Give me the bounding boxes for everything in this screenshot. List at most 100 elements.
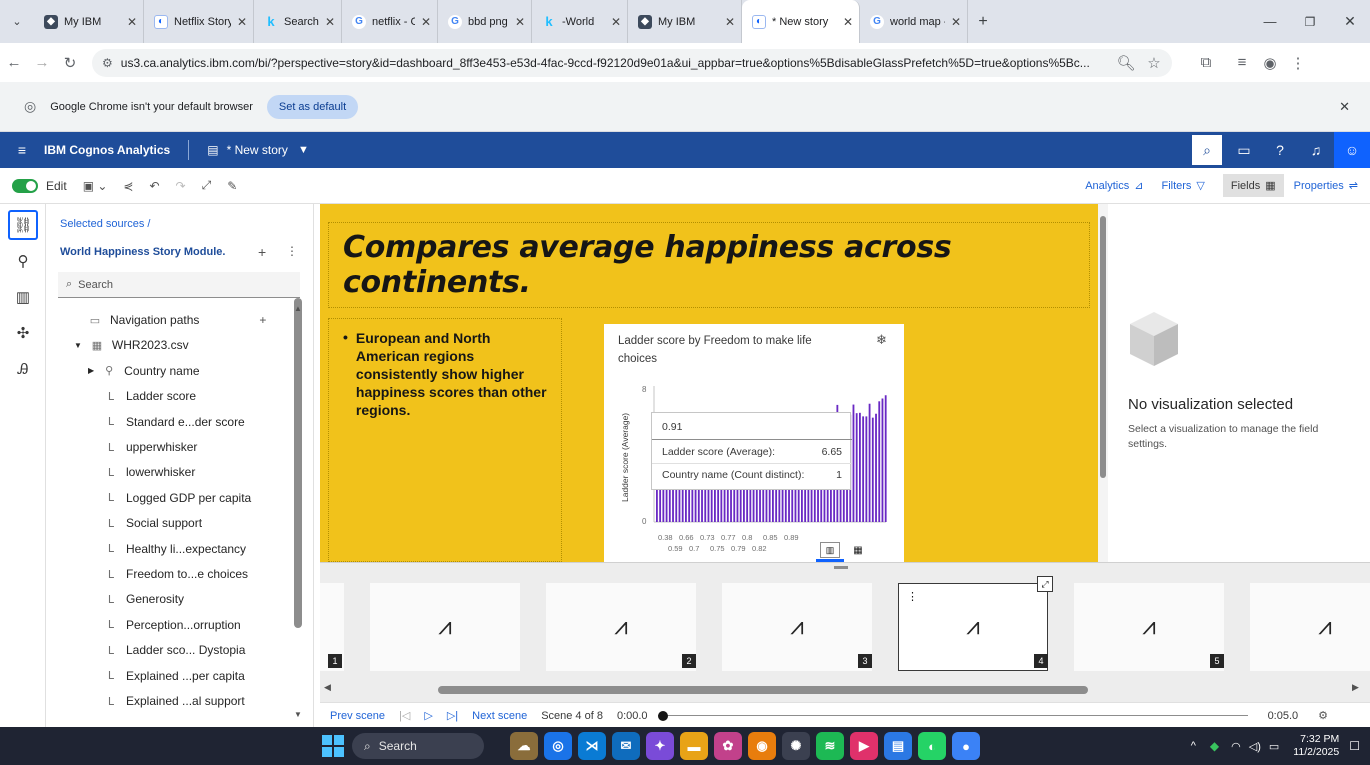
store-icon[interactable]: ▤ <box>884 732 912 760</box>
scene-thumbnail[interactable]: ⩘ <box>546 583 696 671</box>
reload-icon[interactable]: ↻ <box>56 54 84 72</box>
skip-end-icon[interactable]: ▷| <box>447 709 458 722</box>
forward-icon[interactable]: → <box>28 54 56 71</box>
notification-bell-icon[interactable]: ♫ <box>1298 132 1334 168</box>
widgets-icon[interactable]: ✣ <box>8 318 38 348</box>
new-tab-button[interactable]: + <box>968 13 998 31</box>
pin-icon[interactable]: ⚲ <box>8 246 38 276</box>
save-icon[interactable]: ▣ ⌄ <box>83 179 108 193</box>
spotify-icon[interactable]: ≋ <box>816 732 844 760</box>
story-canvas[interactable]: Compares average happiness across contin… <box>320 204 1098 562</box>
volume-icon[interactable]: ◁) <box>1249 740 1261 753</box>
source-tree-item[interactable]: ᒪ lowerwhisker <box>104 460 195 484</box>
set-as-default-button[interactable]: Set as default <box>266 94 359 119</box>
source-tree-item[interactable]: ▶ ⚲ Country name <box>88 359 200 383</box>
file-explorer-icon[interactable]: ▬ <box>680 732 708 760</box>
browser-tab[interactable]: Gworld map - ✕ <box>860 0 968 43</box>
source-tree-item[interactable]: ᒪ Perception...orruption <box>104 613 241 637</box>
chart-widget[interactable]: Ladder score by Freedom to make life cho… <box>604 324 904 562</box>
filters-button[interactable]: Filters ▽ <box>1161 179 1204 193</box>
edit-toggle[interactable] <box>12 178 38 193</box>
copilot-icon[interactable]: ✦ <box>646 732 674 760</box>
browser-tab[interactable]: ◆ My IBM ✕ <box>628 0 742 43</box>
source-tree-item[interactable]: ᒪ Explained ...per capita <box>104 664 245 688</box>
scene-thumbnail[interactable]: ⩘ <box>1250 583 1370 671</box>
chevron-down-icon[interactable]: ▼ <box>298 144 309 156</box>
battery-icon[interactable]: ▭ <box>1269 740 1279 753</box>
scene-thumbnail[interactable]: ⩘ <box>1074 583 1224 671</box>
back-icon[interactable]: ← <box>0 54 28 71</box>
search-icon[interactable]: ⌕ <box>1192 135 1222 165</box>
assistant-icon[interactable]: ▭ <box>1226 132 1262 168</box>
source-tree-item[interactable]: ᒪ Freedom to...e choices <box>104 562 248 586</box>
colorful-app-icon[interactable]: ✿ <box>714 732 742 760</box>
wifi-icon[interactable]: ◠ <box>1231 740 1241 753</box>
url-input[interactable]: ⚙ us3.ca.analytics.ibm.com/bi/?perspecti… <box>92 48 1172 77</box>
prev-scene-button[interactable]: Prev scene <box>330 710 385 722</box>
scroll-up-icon[interactable]: ▲ <box>294 304 302 313</box>
source-tree-item[interactable]: ᒪ Standard e...der score <box>104 410 245 434</box>
browser-tab[interactable]: Gnetflix - Goo ✕ <box>342 0 438 43</box>
tab-close-icon[interactable]: ✕ <box>325 15 335 29</box>
module-name[interactable]: World Happiness Story Module. <box>60 246 225 258</box>
browser-tab[interactable]: ◆ My IBM ✕ <box>34 0 144 43</box>
browser-tab[interactable]: k -World ✕ <box>532 0 628 43</box>
taskbar-clock[interactable]: 7:32 PM 11/2/2025 <box>1293 733 1339 759</box>
brush-icon[interactable]: ✎ <box>227 179 237 193</box>
user-avatar-icon[interactable]: ☺ <box>1334 132 1370 168</box>
tray-chevron-icon[interactable]: ^ <box>1191 740 1196 752</box>
chrome-menu-icon[interactable]: ⋮ <box>1284 54 1312 72</box>
title-text-box[interactable]: Compares average happiness across contin… <box>328 222 1090 308</box>
tab-close-icon[interactable]: ✕ <box>127 15 137 29</box>
tab-close-icon[interactable]: ✕ <box>515 15 525 29</box>
restore-icon[interactable]: ❐ <box>1290 15 1330 29</box>
site-info-icon[interactable]: ⚙ <box>102 56 113 70</box>
weather-icon[interactable]: ☁ <box>510 732 538 760</box>
chatgpt-icon[interactable]: ✺ <box>782 732 810 760</box>
expand-icon[interactable]: ⤢ <box>202 178 212 193</box>
minimize-icon[interactable]: — <box>1250 14 1290 29</box>
source-tree-item[interactable]: ᒪ Explained ...al support <box>104 689 245 713</box>
source-tree-item[interactable]: ᒪ Ladder sco... Dystopia <box>104 638 245 662</box>
scroll-down-icon[interactable]: ▼ <box>294 710 302 719</box>
infobar-close-icon[interactable]: ✕ <box>1339 99 1350 115</box>
skip-start-icon[interactable]: |◁ <box>399 709 410 722</box>
tray-app-icon[interactable]: ◆ <box>1210 739 1219 753</box>
windows-start-icon[interactable] <box>322 735 344 757</box>
hscroll-right-icon[interactable]: ▶ <box>1352 682 1359 693</box>
text-style-icon[interactable]: Ꭿ <box>8 354 38 384</box>
source-tree-item[interactable]: ᒪ Social support <box>104 511 202 535</box>
expand-caret-icon[interactable]: ▶ <box>88 366 94 375</box>
timeline-playhead[interactable] <box>657 710 668 721</box>
module-menu-icon[interactable]: ⋮ <box>286 244 298 258</box>
tab-close-icon[interactable]: ✕ <box>843 15 853 29</box>
scene-menu-icon[interactable]: ⋮ <box>907 590 918 603</box>
tab-search-menu-icon[interactable]: ⌄ <box>0 15 34 28</box>
bookmark-star-icon[interactable]: ☆ <box>1140 54 1168 72</box>
tab-close-icon[interactable]: ✕ <box>421 15 431 29</box>
tab-close-icon[interactable]: ✕ <box>611 15 621 29</box>
source-tree-item[interactable]: ᒪ Healthy li...expectancy <box>104 537 246 561</box>
analytics-button[interactable]: Analytics ⊿ <box>1085 179 1143 193</box>
canvas-scroll-thumb[interactable] <box>1100 216 1106 478</box>
scene-strip-scrollbar[interactable] <box>438 686 1088 694</box>
tab-close-icon[interactable]: ✕ <box>725 15 735 29</box>
share-icon[interactable]: ⋞ <box>123 179 133 193</box>
timeline-track[interactable] <box>657 710 1248 721</box>
bullet-text-box[interactable]: • European and North American regions co… <box>328 318 562 562</box>
chart-view-toggle-icon[interactable]: ▥ <box>820 542 840 558</box>
extensions-icon[interactable]: ⧉ <box>1192 54 1220 71</box>
properties-button[interactable]: Properties ⇌ <box>1294 179 1358 193</box>
story-name[interactable]: * New story <box>227 143 288 157</box>
source-panel-scrollbar[interactable] <box>294 298 302 628</box>
timeline-collapse-handle[interactable] <box>834 566 848 569</box>
whatsapp-icon[interactable]: ◐ <box>918 732 946 760</box>
meet-icon[interactable]: ● <box>952 732 980 760</box>
source-tree-item[interactable]: ▭ Navigation paths + <box>88 308 267 332</box>
next-scene-button[interactable]: Next scene <box>472 710 527 722</box>
breadcrumb[interactable]: Selected sources / <box>60 218 151 230</box>
profile-icon[interactable]: ◉ <box>1256 54 1284 72</box>
browser-tab[interactable]: ◐ * New story ✕ <box>742 0 860 43</box>
add-path-icon[interactable]: + <box>259 313 266 327</box>
source-tree-item[interactable]: ᒪ Logged GDP per capita <box>104 486 251 510</box>
